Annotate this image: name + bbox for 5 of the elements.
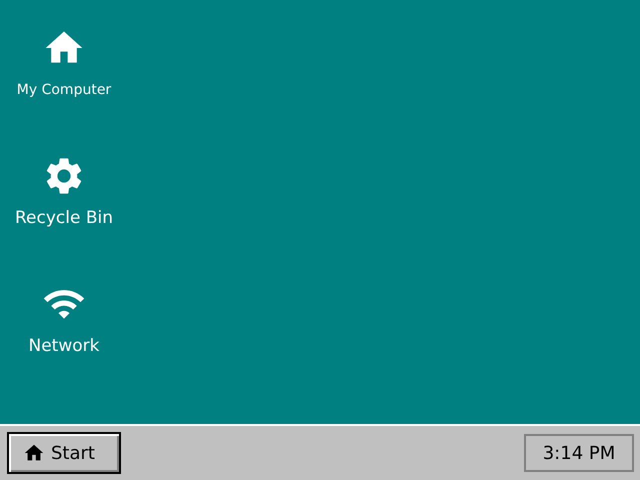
icon-label[interactable]: My Computer [16, 82, 112, 98]
start-button[interactable]: Start [7, 432, 121, 474]
clock: 3:14 PM [524, 434, 634, 472]
icon-label[interactable]: Network [28, 336, 100, 356]
icon-label[interactable]: Recycle Bin [14, 208, 113, 228]
